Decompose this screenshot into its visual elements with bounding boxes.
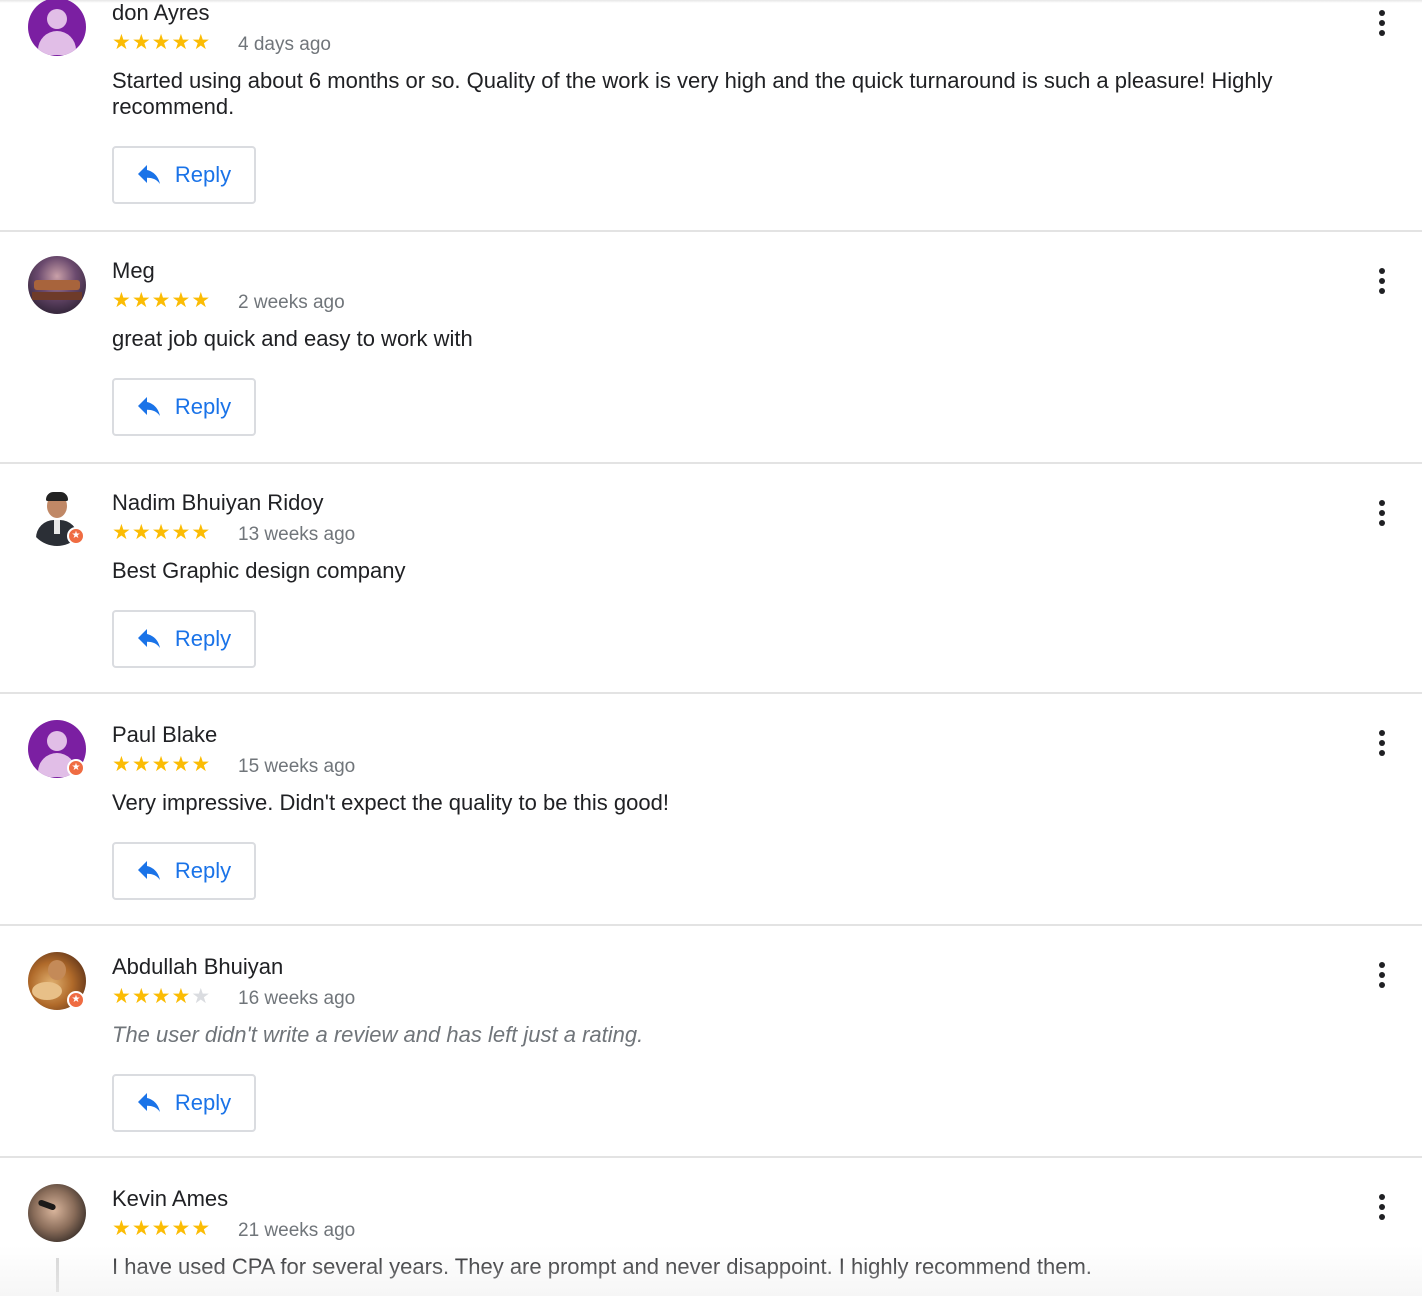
star-icon: ★ [171, 753, 192, 776]
star-icon: ★ [151, 753, 172, 776]
more-vert-icon[interactable] [1370, 960, 1394, 990]
star-icon: ★ [171, 521, 192, 544]
more-vert-icon[interactable] [1370, 1192, 1394, 1222]
review-text: I have used CPA for several years. They … [112, 1254, 1092, 1279]
local-guide-badge-icon: ★ [67, 759, 85, 777]
reply-label: Reply [174, 394, 232, 419]
more-vert-icon[interactable] [1370, 498, 1394, 528]
reply-label: Reply [174, 1090, 232, 1115]
star-icon: ★ [151, 985, 172, 1008]
avatar[interactable] [28, 256, 86, 314]
reply-arrow-icon [137, 1093, 161, 1113]
star-icon: ★ [131, 753, 152, 776]
reviewer-name[interactable]: Abdullah Bhuiyan [112, 954, 283, 980]
no-review-text: The user didn't write a review and has l… [112, 1022, 644, 1047]
top-shadow [0, 0, 1422, 3]
avatar[interactable]: ★ [28, 720, 86, 778]
star-icon: ★ [171, 985, 192, 1008]
review-time: 13 weeks ago [238, 524, 356, 545]
reply-button[interactable]: Reply [112, 378, 256, 436]
review-time: 2 weeks ago [238, 292, 345, 313]
star-rating: ★★★★★ [112, 1217, 211, 1241]
star-icon: ★ [171, 289, 192, 312]
review-time: 15 weeks ago [238, 756, 356, 777]
star-icon: ★ [151, 31, 172, 54]
avatar[interactable]: ★ [28, 488, 86, 546]
star-icon: ★ [191, 31, 212, 54]
star-icon: ★ [131, 289, 152, 312]
reply-arrow-icon [137, 397, 161, 417]
star-icon: ★ [131, 1217, 152, 1240]
reply-button[interactable]: Reply [112, 610, 256, 668]
star-icon: ★ [191, 521, 212, 544]
star-icon: ★ [112, 521, 132, 544]
star-icon: ★ [191, 985, 212, 1008]
avatar[interactable]: ★ [28, 952, 86, 1010]
reply-arrow-icon [137, 165, 161, 185]
star-icon: ★ [171, 1217, 192, 1240]
reply-label: Reply [174, 626, 232, 651]
more-vert-icon[interactable] [1370, 728, 1394, 758]
star-rating: ★★★★★ [112, 521, 211, 545]
star-rating: ★★★★★ [112, 753, 211, 777]
more-vert-icon[interactable] [1370, 8, 1394, 38]
star-icon: ★ [112, 985, 132, 1008]
avatar[interactable] [28, 1184, 86, 1242]
reply-arrow-icon [137, 629, 161, 649]
star-icon: ★ [112, 31, 132, 54]
avatar[interactable] [28, 0, 86, 56]
review-text: great job quick and easy to work with [112, 326, 473, 351]
star-icon: ★ [191, 753, 212, 776]
more-vert-icon[interactable] [1370, 266, 1394, 296]
local-guide-badge-icon: ★ [67, 527, 85, 545]
reviewer-name[interactable]: Paul Blake [112, 722, 217, 748]
star-icon: ★ [151, 289, 172, 312]
star-rating: ★★★★★ [112, 985, 211, 1009]
local-guide-badge-icon: ★ [67, 991, 85, 1009]
reviews-list: don Ayres ★★★★★ 4 days ago Started using… [0, 0, 1422, 1296]
reviewer-name[interactable]: Kevin Ames [112, 1186, 228, 1212]
star-icon: ★ [191, 289, 212, 312]
star-icon: ★ [171, 31, 192, 54]
star-icon: ★ [112, 1217, 132, 1240]
reviewer-name[interactable]: Meg [112, 258, 155, 284]
star-rating: ★★★★★ [112, 31, 211, 55]
reply-label: Reply [174, 162, 232, 187]
review-text: Very impressive. Didn't expect the quali… [112, 790, 669, 815]
reply-arrow-icon [137, 861, 161, 881]
star-icon: ★ [131, 31, 152, 54]
review-time: 16 weeks ago [238, 988, 356, 1009]
divider [0, 1156, 1422, 1158]
review-text: Best Graphic design company [112, 558, 406, 583]
reply-button[interactable]: Reply [112, 146, 256, 204]
star-icon: ★ [151, 1217, 172, 1240]
reply-button[interactable]: Reply [112, 842, 256, 900]
reviewer-name[interactable]: don Ayres [112, 0, 209, 26]
reply-label: Reply [174, 858, 232, 883]
review-time: 4 days ago [238, 34, 331, 55]
divider [0, 924, 1422, 926]
reviewer-name[interactable]: Nadim Bhuiyan Ridoy [112, 490, 324, 516]
star-icon: ★ [112, 289, 132, 312]
star-icon: ★ [191, 1217, 212, 1240]
star-icon: ★ [112, 753, 132, 776]
divider [0, 230, 1422, 232]
thread-line [56, 1258, 59, 1292]
divider [0, 462, 1422, 464]
star-rating: ★★★★★ [112, 289, 211, 313]
review-text: Started using about 6 months or so. Qual… [112, 68, 1273, 119]
star-icon: ★ [131, 521, 152, 544]
reply-button[interactable]: Reply [112, 1074, 256, 1132]
review-time: 21 weeks ago [238, 1220, 356, 1241]
star-icon: ★ [131, 985, 152, 1008]
divider [0, 692, 1422, 694]
star-icon: ★ [151, 521, 172, 544]
